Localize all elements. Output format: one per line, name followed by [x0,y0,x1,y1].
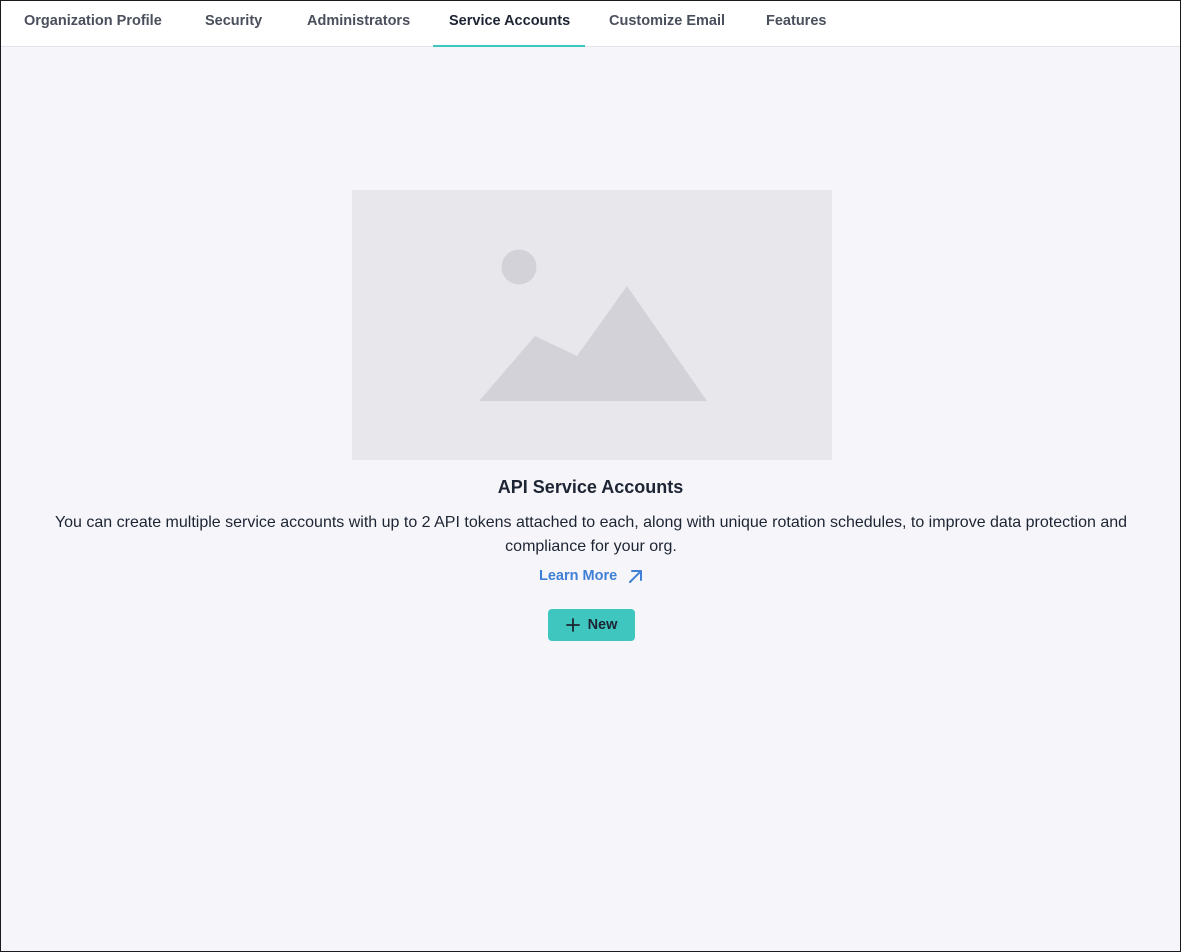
tab-label: Customize Email [609,13,726,29]
external-link-arrow-icon [629,570,643,583]
tab-label: Features [766,13,827,29]
learn-more-link[interactable]: Learn More [539,566,643,586]
tab-administrators[interactable]: Administrators [307,1,413,46]
tab-security[interactable]: Security [205,1,267,46]
tab-label: Service Accounts [449,13,571,29]
new-service-account-button[interactable]: New [548,609,635,641]
settings-page: Organization Profile Security Administra… [0,0,1181,952]
empty-state-description: You can create multiple service accounts… [54,514,1128,555]
empty-state-illustration [352,190,832,460]
plus-icon [565,618,580,632]
tab-organization-profile[interactable]: Organization Profile [24,1,164,46]
empty-state-title: API Service Accounts [497,477,684,497]
new-button-label: New [587,617,618,633]
tab-label: Security [205,13,263,29]
image-placeholder-icon [479,249,707,401]
learn-more-label: Learn More [539,568,618,584]
tab-customize-email[interactable]: Customize Email [609,1,727,46]
tab-label: Organization Profile [24,13,162,29]
tab-features[interactable]: Features [766,1,830,46]
settings-tab-bar: Organization Profile Security Administra… [1,1,1180,47]
tab-service-accounts[interactable]: Service Accounts [433,1,585,47]
tab-label: Administrators [307,13,411,29]
